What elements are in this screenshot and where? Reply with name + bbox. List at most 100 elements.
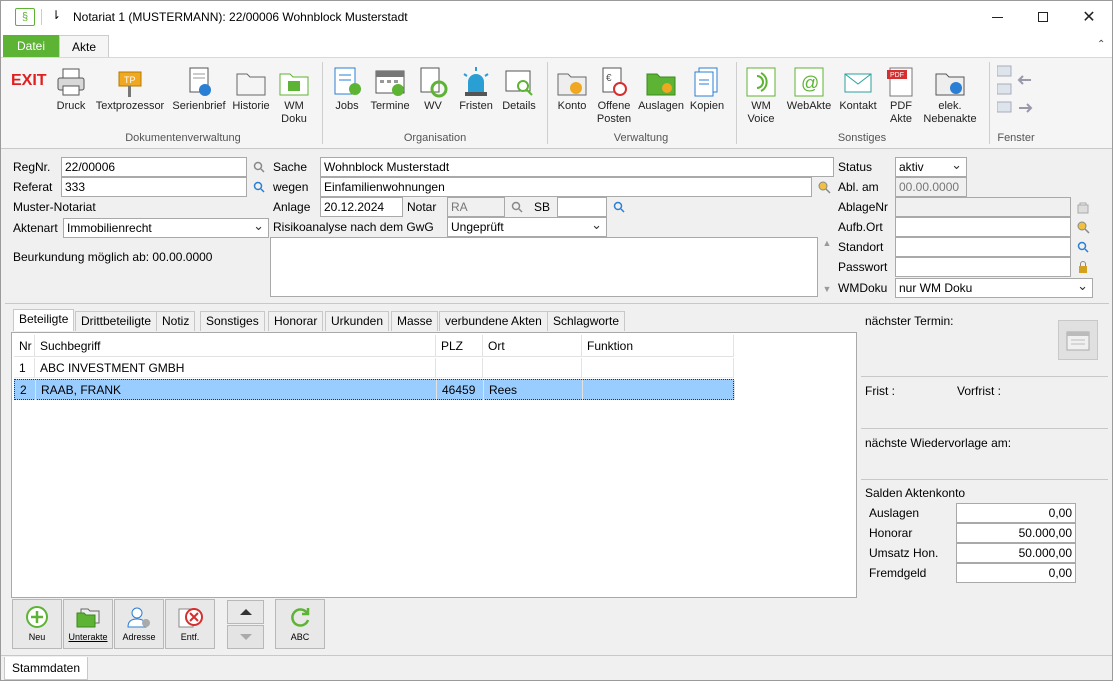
cell-funktion [583, 380, 735, 400]
anlage-field[interactable]: 20.12.2024 [320, 197, 403, 217]
status-select[interactable]: aktiv [895, 157, 967, 177]
wm-voice-button[interactable]: WM Voice [742, 62, 780, 130]
sb-field[interactable] [557, 197, 607, 217]
group-sonstiges: Sonstiges [837, 132, 887, 144]
fristen-button[interactable]: Fristen [456, 62, 496, 130]
risiko-select[interactable]: Ungeprüft [447, 217, 607, 237]
arrow-down-icon [239, 634, 252, 640]
maximize-button[interactable] [1020, 1, 1066, 33]
col-suchbegriff[interactable]: Suchbegriff [35, 335, 436, 357]
notar-search-icon[interactable] [507, 197, 527, 217]
wmdoku-select[interactable]: nur WM Doku [895, 278, 1093, 298]
col-nr[interactable]: Nr [14, 335, 35, 357]
kopien-button[interactable]: Kopien [687, 62, 727, 130]
tab-akte[interactable]: Akte [59, 35, 109, 57]
col-ort[interactable]: Ort [483, 335, 582, 357]
neu-button[interactable]: Neu [12, 599, 62, 649]
tab-stammdaten[interactable]: Stammdaten [4, 657, 88, 680]
detail-tab-bar: Beteiligte Drittbeteiligte Notiz Sonstig… [13, 309, 853, 333]
tab-notiz[interactable]: Notiz [156, 311, 196, 331]
offene-posten-button[interactable]: € Offene Posten [593, 62, 635, 130]
tab-datei[interactable]: Datei [3, 35, 59, 57]
aktenart-select[interactable]: Immobilienrecht [63, 218, 269, 238]
wv-button[interactable]: WV [415, 62, 451, 130]
details-icon [498, 62, 540, 98]
tab-masse[interactable]: Masse [391, 311, 439, 331]
tab-schlagworte[interactable]: Schlagworte [547, 311, 626, 331]
divider [41, 9, 42, 25]
details-button[interactable]: Details [498, 62, 540, 130]
unterakte-button[interactable]: Unterakte [63, 599, 113, 649]
col-funktion[interactable]: Funktion [582, 335, 734, 357]
maximize-icon [1038, 12, 1048, 22]
abc-label: ABC [290, 632, 310, 642]
referat-field[interactable]: 333 [61, 177, 247, 197]
notar-field[interactable]: RA [447, 197, 505, 217]
lock-icon[interactable] [1073, 257, 1093, 277]
minimize-button[interactable] [974, 1, 1020, 33]
divider [1, 655, 1112, 656]
textprozessor-label: Textprozessor [95, 100, 165, 112]
tp-badge: TP [124, 75, 136, 85]
wegen-field[interactable]: Einfamilienwohnungen [320, 177, 812, 197]
move-down-button[interactable] [227, 625, 264, 649]
notes-textarea[interactable] [270, 237, 818, 297]
quick-access-dropdown[interactable]: ⇂ [51, 8, 61, 22]
tab-beteiligte[interactable]: Beteiligte [13, 309, 75, 331]
termin-calendar-button[interactable] [1058, 320, 1098, 360]
notes-scrollbar[interactable]: ▲ ▼ [821, 238, 833, 296]
auslagen-button[interactable]: Auslagen [636, 62, 686, 130]
cell-plz: 46459 [437, 380, 484, 400]
elek-nebenakte-button[interactable]: elek. Nebenakte [921, 62, 979, 130]
aufbort-field[interactable] [895, 217, 1071, 237]
historie-button[interactable]: Historie [230, 62, 272, 130]
aufbort-lookup-icon[interactable] [1073, 217, 1093, 237]
tab-drittbeteiligte[interactable]: Drittbeteiligte [75, 311, 158, 331]
druck-label: Druck [56, 100, 86, 112]
exit-button[interactable]: EXIT [11, 72, 47, 90]
adresse-button[interactable]: Adresse [114, 599, 164, 649]
details-label: Details [502, 100, 536, 112]
regnr-field[interactable]: 22/00006 [61, 157, 247, 177]
wm-doku-button[interactable]: WM Doku [274, 62, 314, 130]
close-button[interactable]: ✕ [1066, 1, 1112, 33]
collapse-ribbon-icon[interactable]: ⌃ [1097, 39, 1105, 50]
table-row-selected[interactable]: 2 RAAB, FRANK 46459 Rees [14, 379, 735, 400]
ablagenr-field[interactable] [895, 197, 1071, 217]
kontakt-button[interactable]: Kontakt [836, 62, 880, 130]
sb-search-icon[interactable] [609, 197, 629, 217]
passwort-field[interactable] [895, 257, 1071, 277]
standort-field[interactable] [895, 237, 1071, 257]
serienbrief-button[interactable]: Serienbrief [168, 62, 230, 130]
auslagen-folder-icon [636, 62, 686, 98]
group-dokumentenverwaltung: Dokumentenverwaltung [125, 132, 241, 144]
referat-search-icon[interactable] [249, 177, 269, 197]
tab-verbundene-akten[interactable]: verbundene Akten [439, 311, 548, 331]
webakte-button[interactable]: @ WebAkte [783, 62, 835, 130]
window-arrange-icon[interactable] [996, 64, 1037, 126]
tab-sonstiges[interactable]: Sonstiges [200, 311, 265, 331]
ablagenr-icon[interactable] [1073, 197, 1093, 217]
move-up-button[interactable] [227, 600, 264, 624]
sache-field[interactable]: Wohnblock Musterstadt [320, 157, 834, 177]
pdf-akte-button[interactable]: PDF PDF Akte [882, 62, 920, 130]
person-icon [115, 602, 163, 632]
jobs-button[interactable]: Jobs [329, 62, 365, 130]
col-plz[interactable]: PLZ [436, 335, 483, 357]
druck-button[interactable]: Druck [51, 62, 91, 130]
abc-sort-button[interactable]: ABC [275, 599, 325, 649]
tab-honorar[interactable]: Honorar [268, 311, 324, 331]
svg-text:€: € [606, 73, 612, 84]
ribbon-tab-bar: Datei Akte ⌃ [1, 33, 1112, 57]
table-row[interactable]: 1 ABC INVESTMENT GMBH [14, 358, 734, 378]
tab-urkunden[interactable]: Urkunden [325, 311, 390, 331]
standort-search-icon[interactable] [1073, 237, 1093, 257]
divider [861, 376, 1108, 377]
ablam-field[interactable]: 00.00.0000 [895, 177, 967, 197]
regnr-search-icon[interactable] [249, 157, 269, 177]
termine-button[interactable]: Termine [367, 62, 413, 130]
konto-button[interactable]: Konto [553, 62, 591, 130]
entfernen-button[interactable]: Entf. [165, 599, 215, 649]
wegen-lookup-icon[interactable] [814, 177, 834, 197]
textprozessor-button[interactable]: TP Textprozessor [93, 62, 167, 130]
